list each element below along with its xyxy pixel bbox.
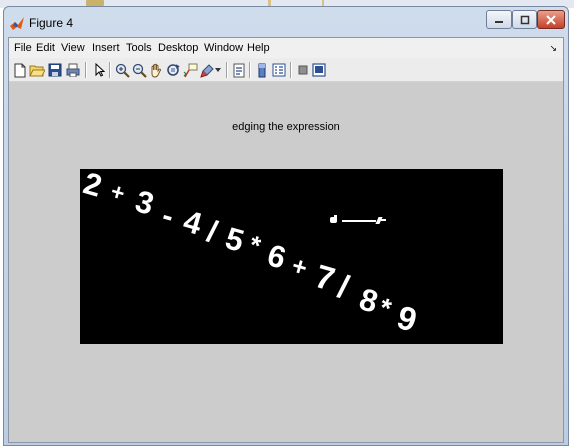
menu-file[interactable]: File	[14, 42, 32, 54]
toolbar-separator	[290, 62, 292, 78]
expression-char: *	[246, 229, 265, 261]
expression-char: 4	[179, 203, 206, 242]
expression-char: 9	[393, 298, 422, 339]
edit-plot-button[interactable]	[91, 62, 107, 78]
menu-help[interactable]: Help	[247, 42, 270, 54]
new-figure-icon	[14, 63, 26, 77]
expression-char: *	[376, 292, 395, 324]
title-bar[interactable]: Figure 4	[4, 7, 568, 37]
print-button[interactable]	[65, 62, 81, 78]
menu-desktop[interactable]: Desktop	[158, 42, 198, 54]
save-button[interactable]	[47, 62, 63, 78]
close-button[interactable]	[537, 10, 565, 29]
brush-dropdown-icon	[215, 68, 221, 72]
noise-blob	[381, 219, 386, 221]
noise-blob	[334, 215, 337, 219]
menu-insert[interactable]: Insert	[92, 42, 120, 54]
pan-hand-icon	[151, 63, 161, 77]
insert-colorbar-button[interactable]	[254, 62, 270, 78]
show-plot-tools-button[interactable]	[311, 62, 327, 78]
maximize-icon	[520, 15, 529, 24]
show-plot-tools-icon	[312, 63, 326, 77]
noise-blob	[342, 220, 376, 222]
expression-char: +	[288, 251, 311, 283]
data-cursor-icon	[183, 63, 197, 77]
expression-char: 7	[311, 257, 340, 298]
zoom-in-button[interactable]	[114, 62, 130, 78]
expression-char: 6	[263, 237, 290, 276]
brush-dropdown-button[interactable]	[214, 62, 222, 78]
close-icon	[546, 14, 556, 25]
menu-bar: File Edit View Insert Tools Desktop Wind…	[9, 38, 563, 58]
insert-legend-button[interactable]	[271, 62, 287, 78]
matlab-icon	[10, 17, 24, 30]
expression-char: 2	[80, 169, 106, 204]
expression-char: 5	[221, 220, 248, 259]
dock-arrow-icon[interactable]: ↘	[549, 43, 557, 54]
rotate-3d-icon	[167, 64, 180, 76]
link-plot-icon	[233, 63, 245, 77]
expression-char: -	[158, 197, 178, 234]
image-axes[interactable]: 2 + 3 - 4 / 5 * 6 + 7 / 8 * 9	[80, 169, 503, 344]
zoom-out-icon	[132, 63, 147, 78]
hide-plot-tools-button[interactable]	[295, 62, 311, 78]
expression-char: +	[107, 177, 128, 207]
figure-canvas: edging the expression 2 + 3 - 4 / 5 * 6 …	[9, 82, 563, 442]
menu-edit[interactable]: Edit	[36, 42, 55, 54]
save-icon	[48, 63, 62, 77]
expression-char: /	[203, 213, 222, 250]
hide-plot-tools-icon	[298, 65, 308, 75]
window-title: Figure 4	[29, 16, 74, 30]
toolbar-separator	[85, 62, 87, 78]
figure-toolbar	[9, 58, 563, 82]
minimize-button[interactable]	[486, 10, 512, 29]
toolbar-separator	[226, 62, 228, 78]
link-plot-button[interactable]	[231, 62, 247, 78]
data-cursor-button[interactable]	[182, 62, 198, 78]
open-file-button[interactable]	[29, 62, 45, 78]
menu-view[interactable]: View	[61, 42, 85, 54]
open-file-icon	[29, 65, 45, 77]
expression-char: /	[334, 267, 354, 306]
minimize-icon	[495, 20, 503, 23]
print-icon	[66, 63, 80, 77]
legend-icon	[272, 63, 286, 77]
toolbar-separator	[249, 62, 251, 78]
figure-client-area: File Edit View Insert Tools Desktop Wind…	[8, 37, 564, 443]
expression-char: 3	[131, 183, 158, 222]
figure-window: Figure 4 File Edit View Insert Tools Des…	[3, 6, 569, 446]
toolbar-separator	[109, 62, 111, 78]
axes-title: edging the expression	[232, 121, 340, 133]
brush-button[interactable]	[199, 62, 215, 78]
new-figure-button[interactable]	[12, 62, 28, 78]
menu-tools[interactable]: Tools	[126, 42, 152, 54]
rotate-3d-button[interactable]	[165, 62, 181, 78]
brush-icon	[199, 63, 214, 78]
menu-window[interactable]: Window	[204, 42, 243, 54]
pan-button[interactable]	[148, 62, 164, 78]
maximize-button[interactable]	[512, 10, 537, 29]
zoom-in-icon	[115, 63, 130, 78]
zoom-out-button[interactable]	[131, 62, 147, 78]
pointer-icon	[95, 63, 105, 77]
colorbar-icon	[258, 63, 266, 77]
